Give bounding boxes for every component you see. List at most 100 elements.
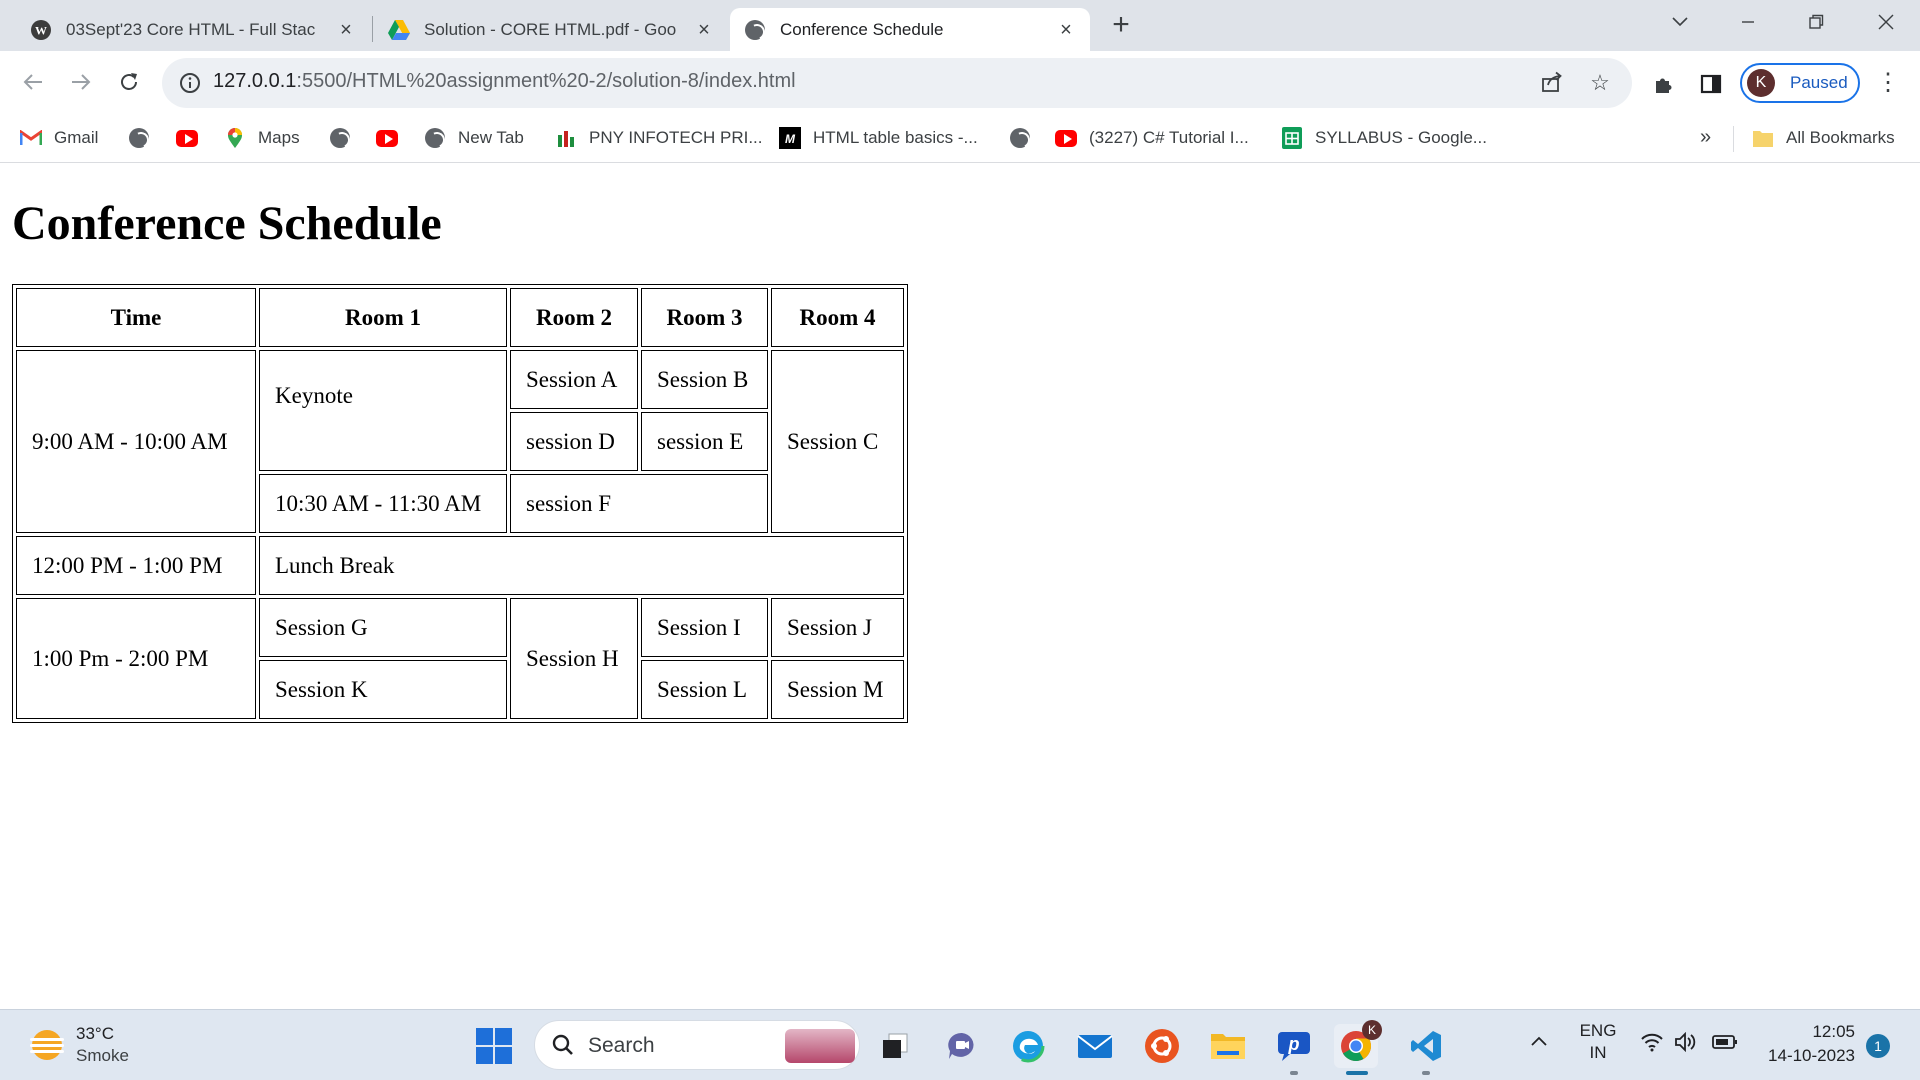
table-row: 9:00 AM - 10:00 AM Keynote Session A Ses…: [16, 350, 904, 533]
bookmark-html-table-basics[interactable]: M HTML table basics -...: [779, 124, 978, 152]
extensions-icon[interactable]: [1650, 71, 1676, 97]
clock-date: 14-10-2023: [1768, 1046, 1855, 1065]
bookmark-label: New Tab: [458, 128, 524, 147]
google-drive-icon: [388, 19, 410, 41]
folder-icon: [1211, 1034, 1245, 1059]
url-text[interactable]: 127.0.0.1:5500/HTML%20assignment%20-2/so…: [213, 70, 796, 93]
vscode-button[interactable]: [1404, 1024, 1448, 1068]
chevron-up-icon: [1531, 1036, 1547, 1046]
session-cell: Session I: [641, 598, 768, 657]
session-cell: Session L: [641, 660, 768, 719]
time-cell: 12:00 PM - 1:00 PM: [16, 536, 256, 595]
column-header-room-1: Room 1: [259, 288, 507, 347]
mail-button[interactable]: [1073, 1024, 1117, 1068]
svg-text:M: M: [785, 132, 796, 146]
language-indicator[interactable]: ENG IN: [1578, 1020, 1618, 1064]
wifi-icon[interactable]: [1640, 1032, 1664, 1057]
profile-button[interactable]: K Paused: [1740, 63, 1860, 103]
tab-strip: W 03Sept'23 Core HTML - Full Stac × Solu…: [0, 0, 1920, 51]
bookmark-pny-infotech[interactable]: PNY INFOTECH PRI...: [555, 124, 763, 152]
bookmark-label: HTML table basics -...: [813, 128, 978, 147]
weather-widget[interactable]: 33°C Smoke: [26, 1022, 166, 1068]
page-content: Conference Schedule Time Room 1 Room 2 R…: [0, 164, 1920, 1009]
task-view-button[interactable]: [873, 1024, 917, 1068]
reload-button[interactable]: [112, 65, 146, 99]
close-icon[interactable]: ×: [336, 19, 356, 40]
bookmark-maps[interactable]: Maps: [224, 124, 300, 152]
show-hidden-icons-button[interactable]: [1530, 1032, 1548, 1052]
bookmark-youtube[interactable]: [176, 124, 210, 152]
bookmark-youtube-2[interactable]: [376, 124, 410, 152]
bookmark-gmail[interactable]: Gmail: [20, 124, 98, 152]
bookmark-globe-2[interactable]: [329, 124, 363, 152]
session-cell: Session M: [771, 660, 904, 719]
chrome-button[interactable]: K: [1334, 1020, 1382, 1068]
close-icon[interactable]: ×: [1056, 19, 1076, 40]
bookmark-new-tab[interactable]: New Tab: [424, 124, 524, 152]
file-explorer-button[interactable]: [1206, 1024, 1250, 1068]
address-bar[interactable]: 127.0.0.1:5500/HTML%20assignment%20-2/so…: [162, 58, 1632, 108]
bookmark-csharp-tutorial[interactable]: (3227) C# Tutorial I...: [1055, 124, 1249, 152]
bookmark-label: (3227) C# Tutorial I...: [1089, 128, 1249, 147]
windows-logo-icon: [476, 1028, 493, 1045]
bookmark-all-bookmarks[interactable]: All Bookmarks: [1752, 124, 1895, 152]
info-icon[interactable]: [178, 71, 202, 95]
bookmark-label: Maps: [258, 128, 300, 147]
clock[interactable]: 12:05 14-10-2023: [1740, 1020, 1855, 1068]
table-row: 12:00 PM - 1:00 PM Lunch Break: [16, 536, 904, 595]
side-panel-icon[interactable]: [1698, 71, 1724, 97]
svg-text:W: W: [35, 23, 47, 37]
column-header-room-4: Room 4: [771, 288, 904, 347]
back-button[interactable]: [16, 65, 50, 99]
bookmark-globe[interactable]: [128, 124, 162, 152]
taskbar-search[interactable]: Search: [534, 1020, 860, 1070]
bookmark-syllabus[interactable]: SYLLABUS - Google...: [1281, 124, 1487, 152]
bookmark-star-icon[interactable]: ☆: [1588, 71, 1612, 95]
forward-button[interactable]: [64, 65, 98, 99]
tab-search-button[interactable]: [1660, 6, 1700, 38]
session-cell: Session J: [771, 598, 904, 657]
bookmarks-bar: Gmail Maps New Tab PNY INFOTECH PRI... M…: [0, 114, 1920, 163]
close-icon[interactable]: ×: [694, 19, 714, 40]
start-button[interactable]: [476, 1028, 512, 1064]
minimize-button[interactable]: [1728, 6, 1768, 38]
share-icon[interactable]: [1540, 71, 1564, 95]
new-tab-button[interactable]: +: [1105, 10, 1137, 42]
tab-title: 03Sept'23 Core HTML - Full Stac: [66, 19, 316, 39]
haze-line: [30, 1044, 64, 1047]
vscode-icon: [1411, 1031, 1441, 1061]
ubuntu-button[interactable]: [1140, 1024, 1184, 1068]
lunch-cell: Lunch Break: [259, 536, 904, 595]
remote-app-button[interactable]: p: [1272, 1024, 1316, 1068]
teams-chat-button[interactable]: [940, 1024, 984, 1068]
running-indicator: [1422, 1071, 1430, 1075]
tab-core-html[interactable]: W 03Sept'23 Core HTML - Full Stac ×: [16, 8, 370, 51]
bookmark-globe-3[interactable]: [1009, 124, 1043, 152]
chat-icon: [948, 1032, 974, 1059]
mdn-icon: M: [779, 127, 801, 149]
temperature: 33°C: [76, 1024, 114, 1043]
chrome-profile-badge: K: [1362, 1020, 1382, 1040]
battery-icon[interactable]: [1712, 1034, 1738, 1055]
schedule-table: Time Room 1 Room 2 Room 3 Room 4 9:00 AM…: [12, 284, 908, 723]
tab-title: Solution - CORE HTML.pdf - Goo: [424, 19, 677, 39]
bookmark-label: PNY INFOTECH PRI...: [589, 128, 763, 147]
bookmarks-overflow-button[interactable]: »: [1700, 126, 1711, 149]
notification-badge[interactable]: 1: [1866, 1034, 1890, 1058]
avatar: K: [1747, 69, 1775, 97]
edge-button[interactable]: [1006, 1024, 1050, 1068]
tab-divider: [372, 16, 373, 42]
column-header-time: Time: [16, 288, 256, 347]
volume-icon[interactable]: [1674, 1031, 1698, 1057]
restore-button[interactable]: [1796, 6, 1836, 38]
haze-line: [30, 1038, 64, 1041]
close-window-button[interactable]: [1866, 6, 1906, 38]
running-indicator: [1290, 1071, 1298, 1075]
tab-conference-schedule[interactable]: Conference Schedule ×: [730, 8, 1090, 51]
mail-icon: [1077, 1035, 1113, 1058]
tab-solution-pdf[interactable]: Solution - CORE HTML.pdf - Goo ×: [374, 8, 728, 51]
youtube-icon: [176, 127, 198, 149]
menu-icon[interactable]: ⋮: [1876, 71, 1900, 97]
globe-icon: [1009, 127, 1031, 149]
svg-text:p: p: [1288, 1034, 1300, 1054]
